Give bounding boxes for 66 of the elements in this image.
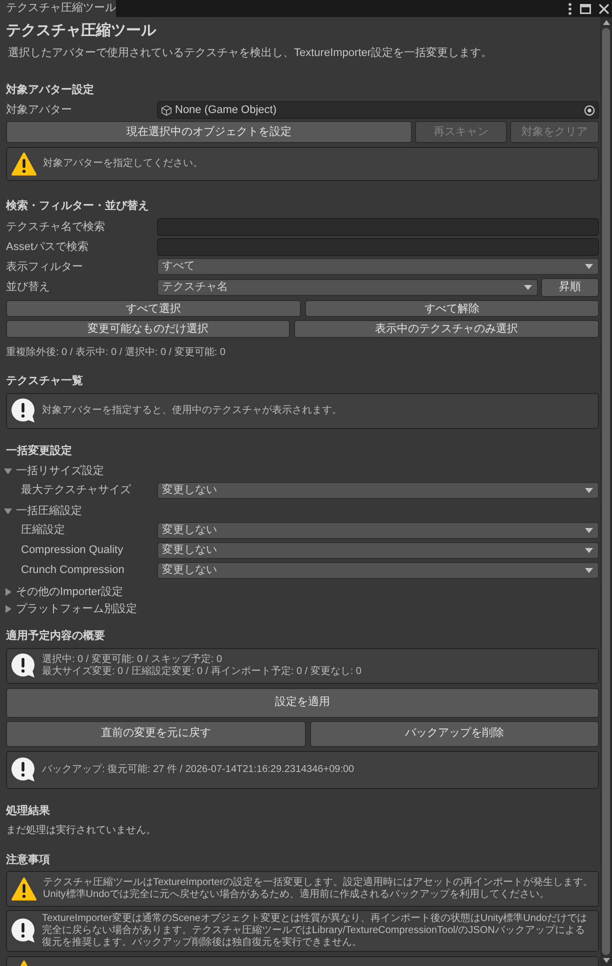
section-heading: 検索・フィルター・並び替え <box>6 200 149 213</box>
status-text: 重複除外後: 0 / 表示中: 0 / 選択中: 0 / 変更可能: 0 <box>6 346 226 358</box>
dropdown[interactable]: 変更しない <box>157 562 599 578</box>
close-icon[interactable] <box>599 4 609 14</box>
window-tab[interactable]: テクスチャ圧縮ツール <box>0 0 116 17</box>
caret-down-icon <box>585 264 593 269</box>
field-label: 圧縮設定 <box>21 523 65 537</box>
description-text: 選択したアバターで使用されているテクスチャを検出し、TextureImporter設定を一括変更します。 <box>8 46 492 60</box>
select-button[interactable]: すべて選択 <box>6 300 300 316</box>
more-menu-icon[interactable] <box>568 2 572 14</box>
caret-down-icon <box>585 528 593 532</box>
foldout-arrow-icon[interactable] <box>4 604 12 612</box>
section-heading: 対象アバター設定 <box>6 84 94 97</box>
dropdown[interactable]: すべて <box>157 258 599 275</box>
scrollbar[interactable] <box>600 17 612 966</box>
foldout-arrow-icon[interactable] <box>4 506 12 514</box>
section-heading: テクスチャ一覧 <box>6 374 83 388</box>
cube-icon <box>161 104 172 116</box>
foldout-header[interactable]: その他のImporter設定 <box>4 584 123 598</box>
section-heading: 適用予定内容の概要 <box>6 630 105 642</box>
scrollbar-thumb[interactable] <box>602 28 610 955</box>
window-title: テクスチャ圧縮ツール <box>6 21 156 41</box>
undo-button[interactable]: 直前の変更を元に戻す <box>6 720 306 746</box>
section-heading: 注意事項 <box>6 854 50 866</box>
select-button[interactable]: 変更可能なものだけ選択 <box>6 320 290 338</box>
field-label: Assetパスで検索 <box>6 240 89 254</box>
set-selected-object-button[interactable]: 現在選択中のオブジェクトを設定 <box>6 121 412 143</box>
result-text: まだ処理は実行されていません。 <box>6 824 156 836</box>
foldout-header[interactable]: 一括圧縮設定 <box>4 504 82 518</box>
message-text: 対象アバターを指定してください。 <box>43 158 203 170</box>
message-text: バックアップ: 復元可能: 27 件 / 2026-07-14T21:16:29.2314346+09:00 <box>42 764 354 776</box>
field-label: 並び替え <box>6 280 50 294</box>
caret-down-icon <box>585 568 593 572</box>
maximize-icon[interactable] <box>580 4 591 14</box>
foldout-arrow-icon[interactable] <box>4 588 12 596</box>
caret-down-icon[interactable] <box>602 958 610 963</box>
section-heading: 一括変更設定 <box>6 444 72 458</box>
section-heading: 処理結果 <box>6 804 50 818</box>
message-text: テクスチャ圧縮ツールはTextureImporterの設定を一括変更します。設定適用時にはアセットの再インポートが発生します。Unity標準Undoでは完全に元へ戻せない場合があるため、適用前に作成されるバックアップを利用してください。 <box>43 876 594 900</box>
field-label: 表示フィルター <box>6 260 83 274</box>
foldout-header[interactable]: 一括リサイズ設定 <box>4 464 104 478</box>
message-text: TextureImporter変更は通常のSceneオブジェクト変更とは性質が異なり、再インポート後の状態はUnity標準Undoだけでは完全に戻らない場合があります。テクスチャ圧縮ツールではLibrary/TextureCompressionTool/のJSONバックアップによる復元を推奨します。バックアップ削除後は独自復元を実行できません。 <box>42 912 588 948</box>
field-label: Crunch Compression <box>21 563 124 577</box>
field-label: 最大テクスチャサイズ <box>21 483 131 497</box>
delete-backup-button[interactable]: バックアップを削除 <box>310 720 599 746</box>
field-label: テクスチャ名で検索 <box>6 220 105 234</box>
caret-down-icon <box>585 488 593 492</box>
select-button[interactable]: すべて解除 <box>304 300 599 316</box>
dropdown[interactable]: 変更しない <box>157 522 599 538</box>
field-label: 対象アバター <box>6 103 72 117</box>
field-label: Compression Quality <box>21 543 124 557</box>
caret-up-icon[interactable] <box>602 20 610 25</box>
message-text: 対象アバターを指定すると、使用中のテクスチャが表示されます。 <box>42 404 342 416</box>
dropdown[interactable]: 変更しない <box>157 542 599 558</box>
caret-down-icon <box>524 284 532 290</box>
sort-order-button[interactable]: 昇順 <box>541 278 599 296</box>
foldout-header[interactable]: プラットフォーム別設定 <box>4 602 137 616</box>
select-button[interactable]: 表示中のテクスチャのみ選択 <box>294 320 599 338</box>
dropdown[interactable]: 変更しない <box>157 482 599 498</box>
target-icon[interactable] <box>584 104 595 116</box>
caret-down-icon <box>585 548 593 552</box>
message-text: 選択中: 0 / 変更可能: 0 / スキップ予定: 0 最大サイズ変更: 0 / 圧縮設定変更: 0 / 再インポート予定: 0 / 変更なし: 0 <box>42 654 362 678</box>
object-field[interactable]: None (Game Object) <box>157 101 599 119</box>
foldout-arrow-icon[interactable] <box>4 466 12 474</box>
apply-settings-button[interactable]: 設定を適用 <box>6 688 599 718</box>
dropdown[interactable]: テクスチャ名 <box>157 278 538 296</box>
